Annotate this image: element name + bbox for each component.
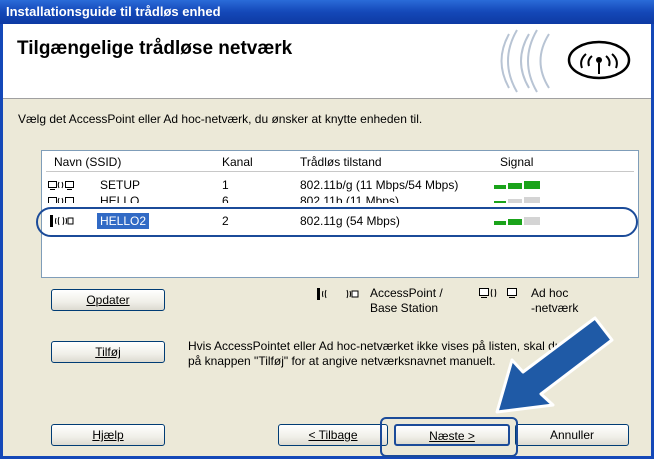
mode-cell: 802.11g (54 Mbps)	[300, 214, 400, 228]
column-header-channel[interactable]: Kanal	[222, 153, 253, 171]
wifi-logo-icon	[500, 29, 631, 93]
network-row-setup[interactable]: SETUP 1 802.11b/g (11 Mbps/54 Mbps)	[42, 177, 638, 193]
ssid-cell-selected: HELLO2	[97, 213, 150, 229]
add-button[interactable]: Tilføj	[51, 341, 165, 363]
signal-meter	[494, 181, 544, 189]
column-header-signal[interactable]: Signal	[500, 153, 533, 171]
channel-cell: 1	[222, 178, 229, 192]
cancel-button[interactable]: Annuller	[515, 424, 629, 446]
next-button[interactable]: Næste >	[394, 424, 510, 446]
channel-cell: 6	[222, 194, 229, 203]
adhoc-icon	[48, 197, 74, 203]
adhoc-legend-icon	[479, 288, 517, 298]
accesspoint-icon	[50, 215, 74, 227]
ssid-cell: SETUP	[100, 178, 141, 192]
signal-meter	[494, 197, 544, 203]
mode-cell: 802.11b (11 Mbps)	[300, 194, 399, 203]
banner: Tilgængelige trådløse netværk	[3, 24, 651, 99]
accesspoint-legend-label: AccessPoint / Base Station	[370, 286, 443, 315]
instruction-text: Vælg det AccessPoint eller Ad hoc-netvær…	[18, 112, 423, 126]
network-row-hello2[interactable]: HELLO2 2 802.11g (54 Mbps)	[42, 213, 638, 229]
header-divider	[46, 171, 634, 172]
update-button[interactable]: Opdater	[51, 289, 165, 311]
adhoc-icon	[48, 181, 74, 190]
network-list[interactable]: Navn (SSID) Kanal Trådløs tilstand Signa…	[41, 150, 639, 278]
column-header-ssid[interactable]: Navn (SSID)	[54, 153, 121, 171]
column-header-mode[interactable]: Trådløs tilstand	[300, 153, 382, 171]
help-text: Hvis AccessPointet eller Ad hoc-netværke…	[188, 339, 595, 368]
signal-meter	[494, 217, 544, 225]
accesspoint-legend-icon	[317, 288, 359, 300]
network-row-hello[interactable]: HELLO 6 802.11b (11 Mbps)	[42, 193, 638, 203]
adhoc-legend-label: Ad hoc -netværk	[531, 286, 579, 315]
channel-cell: 2	[222, 214, 229, 228]
ssid-cell: HELLO	[100, 194, 140, 203]
window-title: Installationsguide til trådløs enhed	[0, 0, 654, 24]
help-button[interactable]: Hjælp	[51, 424, 165, 446]
back-button[interactable]: < Tilbage	[278, 424, 388, 446]
mode-cell: 802.11b/g (11 Mbps/54 Mbps)	[300, 178, 459, 192]
page-title: Tilgængelige trådløse netværk	[17, 38, 293, 59]
